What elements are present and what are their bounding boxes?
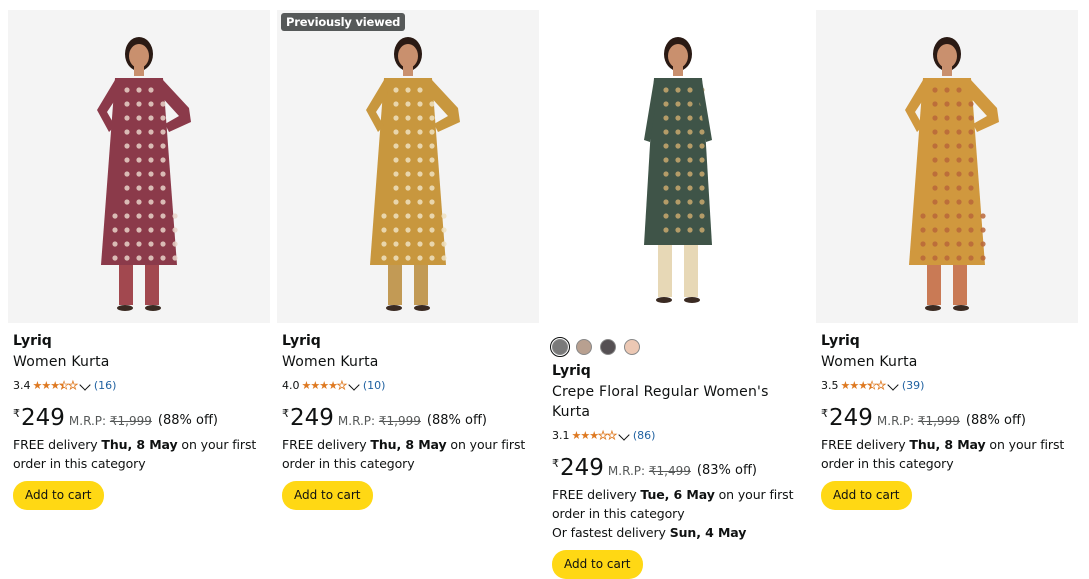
delivery-date: Thu, 8 May xyxy=(370,437,447,452)
currency-symbol: ₹ xyxy=(282,407,289,420)
rating-value: 3.1 xyxy=(552,429,570,442)
rating-value: 3.4 xyxy=(13,379,31,392)
chevron-down-icon[interactable] xyxy=(618,428,630,441)
color-swatch[interactable] xyxy=(576,339,592,355)
model-figure-icon xyxy=(97,37,191,311)
delivery-date: Thu, 8 May xyxy=(909,437,986,452)
chevron-down-icon[interactable] xyxy=(887,378,899,391)
star-rating-icon[interactable]: ★★★★★ xyxy=(841,378,887,394)
chevron-down-icon[interactable] xyxy=(79,378,91,391)
mrp-value: ₹1,999 xyxy=(917,414,960,428)
product-brand: Lyriq xyxy=(552,363,591,379)
product-brand: Lyriq xyxy=(13,333,52,349)
delivery-date: Thu, 8 May xyxy=(101,437,178,452)
product-title[interactable]: Women Kurta xyxy=(13,352,269,372)
product-image[interactable] xyxy=(547,10,809,323)
review-count-link[interactable]: (39) xyxy=(902,378,925,394)
mrp-label: M.R.P: ₹1,999 xyxy=(876,414,960,428)
product-image[interactable]: Previously viewed xyxy=(277,10,539,323)
price: 249 xyxy=(290,405,334,431)
product-image[interactable] xyxy=(8,10,270,323)
mrp-value: ₹1,999 xyxy=(378,414,421,428)
color-swatch[interactable] xyxy=(600,339,616,355)
product-title[interactable]: Women Kurta xyxy=(821,352,1077,372)
delivery-info: FREE delivery Thu, 8 May on your first o… xyxy=(821,437,1065,471)
star-rating-icon[interactable]: ★★★★★ xyxy=(33,378,79,394)
star-rating-icon[interactable]: ★★★★★ xyxy=(572,428,618,444)
fastest-delivery: Or fastest delivery xyxy=(552,525,666,540)
discount-percent: (83% off) xyxy=(696,463,757,478)
review-count-link[interactable]: (10) xyxy=(363,378,386,394)
rating-value: 4.0 xyxy=(282,379,300,392)
previously-viewed-badge: Previously viewed xyxy=(281,13,406,31)
color-swatch[interactable] xyxy=(624,339,640,355)
product-card[interactable]: Lyriq Women Kurta 3.5 ★★★★★ (39) ₹ 249 M… xyxy=(816,10,1078,570)
add-to-cart-button[interactable]: Add to cart xyxy=(821,481,912,510)
delivery-date: Tue, 6 May xyxy=(640,487,715,502)
product-card[interactable]: Previously viewed Lyriq Women Kurta 4.0 … xyxy=(277,10,539,570)
delivery-info: FREE delivery Tue, 6 May on your first o… xyxy=(552,487,794,540)
currency-symbol: ₹ xyxy=(13,407,20,420)
mrp-label: M.R.P: ₹1,999 xyxy=(68,414,152,428)
product-card[interactable]: Lyriq Women Kurta 3.4 ★★★★★ (16) ₹ 249 M… xyxy=(8,10,270,570)
product-title[interactable]: Women Kurta xyxy=(282,352,538,372)
review-count-link[interactable]: (86) xyxy=(633,428,656,444)
mrp-label: M.R.P: ₹1,499 xyxy=(607,464,691,478)
mrp-value: ₹1,499 xyxy=(648,464,691,478)
price: 249 xyxy=(560,455,604,481)
model-figure-icon xyxy=(366,37,460,311)
delivery-info: FREE delivery Thu, 8 May on your first o… xyxy=(282,437,526,471)
rating-row: 4.0 ★★★★★ (10) xyxy=(282,378,538,394)
product-title[interactable]: Crepe Floral Regular Women's Kurta xyxy=(552,382,808,422)
model-figure-icon xyxy=(644,37,712,303)
product-image[interactable] xyxy=(816,10,1078,323)
mrp-label: M.R.P: ₹1,999 xyxy=(337,414,421,428)
price-row: ₹ 249 M.R.P: ₹1,999 (88% off) xyxy=(282,406,538,432)
add-to-cart-button[interactable]: Add to cart xyxy=(282,481,373,510)
color-swatches xyxy=(550,337,808,357)
model-figure-icon xyxy=(905,37,999,311)
price: 249 xyxy=(21,405,65,431)
clipped-header-text xyxy=(0,0,1089,6)
rating-value: 3.5 xyxy=(821,379,839,392)
discount-percent: (88% off) xyxy=(426,413,487,428)
fastest-delivery-date: Sun, 4 May xyxy=(669,525,747,540)
discount-percent: (88% off) xyxy=(157,413,218,428)
add-to-cart-button[interactable]: Add to cart xyxy=(13,481,104,510)
rating-row: 3.1 ★★★★★ (86) xyxy=(552,428,808,444)
color-swatch[interactable] xyxy=(550,337,570,357)
product-brand: Lyriq xyxy=(821,333,860,349)
mrp-value: ₹1,999 xyxy=(109,414,152,428)
product-grid: Lyriq Women Kurta 3.4 ★★★★★ (16) ₹ 249 M… xyxy=(0,10,1089,579)
star-rating-icon[interactable]: ★★★★★ xyxy=(302,378,348,394)
price-row: ₹ 249 M.R.P: ₹1,999 (88% off) xyxy=(821,406,1077,432)
discount-percent: (88% off) xyxy=(965,413,1026,428)
price-row: ₹ 249 M.R.P: ₹1,499 (83% off) xyxy=(552,456,808,482)
currency-symbol: ₹ xyxy=(821,407,828,420)
rating-row: 3.4 ★★★★★ (16) xyxy=(13,378,269,394)
delivery-info: FREE delivery Thu, 8 May on your first o… xyxy=(13,437,257,471)
product-card[interactable]: Lyriq Crepe Floral Regular Women's Kurta… xyxy=(547,10,809,579)
product-brand: Lyriq xyxy=(282,333,321,349)
price-row: ₹ 249 M.R.P: ₹1,999 (88% off) xyxy=(13,406,269,432)
chevron-down-icon[interactable] xyxy=(348,378,360,391)
review-count-link[interactable]: (16) xyxy=(94,378,117,394)
rating-row: 3.5 ★★★★★ (39) xyxy=(821,378,1077,394)
currency-symbol: ₹ xyxy=(552,457,559,470)
price: 249 xyxy=(829,405,873,431)
